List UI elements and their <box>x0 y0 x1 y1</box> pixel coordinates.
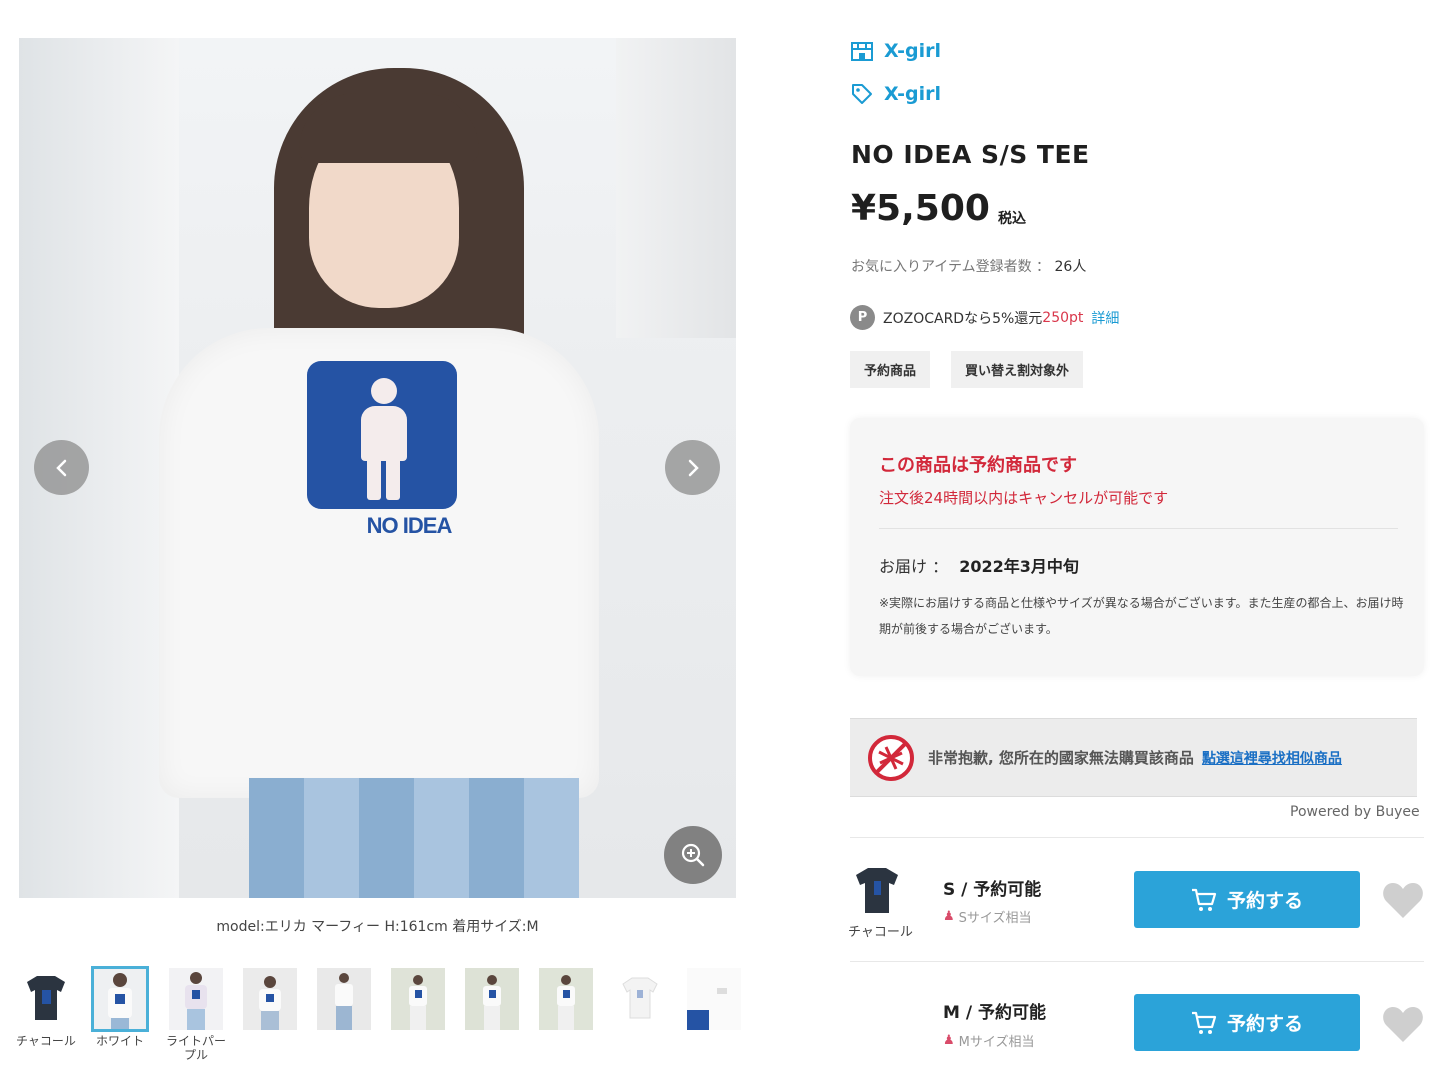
size-m-hint: ♟ Mサイズ相当 <box>943 1031 1034 1050</box>
thumbnail-label: ライトパープル <box>165 1034 226 1062</box>
thumbnail-image <box>539 968 593 1030</box>
favorites-label: お気に入りアイテム登録者数 ： <box>851 259 1051 275</box>
thumbnail[interactable] <box>613 968 667 1034</box>
tee-print-figure <box>359 378 407 500</box>
tag-icon <box>852 84 872 104</box>
cart-icon <box>1191 1011 1217 1034</box>
cart-icon <box>1191 888 1217 911</box>
thumbnail-image <box>687 968 741 1030</box>
size-s-label: S / 予約可能 <box>943 880 1042 900</box>
chevron-right-icon <box>688 459 699 476</box>
thumbnail-label: ホワイト <box>95 1034 144 1048</box>
favorites-number: 26人 <box>1054 259 1087 275</box>
shop-link[interactable]: X-girl <box>850 40 941 62</box>
reservation-notice: この商品は予約商品です 注文後24時間以内はキャンセルが可能です お届け ： 2… <box>850 418 1424 676</box>
favorite-heart-icon[interactable] <box>1382 880 1424 920</box>
divider <box>850 837 1424 838</box>
thumbnail[interactable]: ホワイト <box>91 966 149 1048</box>
brand-name: X-girl <box>884 83 941 105</box>
size-m-hint-text: Mサイズ相当 <box>958 1035 1035 1050</box>
reserve-button-label: 予約する <box>1226 1013 1303 1035</box>
thumbnail-image <box>465 968 519 1030</box>
points-text: ZOZOCARDなら5%還元 <box>883 310 1043 327</box>
gallery-next-button[interactable] <box>665 440 720 495</box>
variant-color-label: チャコール <box>848 925 913 940</box>
points-icon: P <box>850 305 875 330</box>
product-main-image[interactable]: NO IDEA <box>19 38 736 898</box>
delivery-date: 2022年3月中旬 <box>959 557 1079 576</box>
thumbnail[interactable] <box>243 968 297 1034</box>
delivery-label: お届け ： <box>879 557 949 576</box>
shop-icon <box>851 42 873 61</box>
model-jeans <box>249 778 579 898</box>
thumbnail[interactable] <box>465 968 519 1034</box>
product-title: NO IDEA S/S TEE <box>851 140 1090 169</box>
zoom-in-icon <box>681 843 705 867</box>
thumbnail[interactable] <box>391 968 445 1034</box>
powered-by-buyee: Powered by Buyee <box>1290 804 1420 820</box>
size-m-label: M / 予約可能 <box>943 1003 1046 1023</box>
buyee-similar-link[interactable]: 點選這裡尋找相似商品 <box>1202 748 1342 768</box>
thumbnail-label: チャコール <box>16 1034 76 1048</box>
favorite-heart-icon[interactable] <box>1382 1004 1424 1044</box>
person-icon: ♟ <box>943 909 955 924</box>
chevron-left-icon <box>55 459 66 476</box>
thumbnail[interactable] <box>539 968 593 1034</box>
reservation-subtitle: 注文後24時間以内はキャンセルが可能です <box>879 489 1169 507</box>
thumbnail[interactable] <box>317 968 371 1034</box>
reserve-button-s[interactable]: 予約する <box>1134 871 1360 928</box>
tax-label: 税込 <box>998 211 1026 227</box>
size-s-hint: ♟ Sサイズ相当 <box>943 907 1032 926</box>
points-detail-link[interactable]: 詳細 <box>1091 308 1119 328</box>
variant-color-thumbnail <box>850 865 904 915</box>
thumbnail-image <box>169 968 223 1030</box>
buyee-banner: 非常抱歉, 您所在的國家無法購買該商品 點選這裡尋找相似商品 <box>850 718 1417 797</box>
size-s-hint-text: Sサイズ相当 <box>958 911 1032 926</box>
delivery-info: お届け ： 2022年3月中旬 <box>879 553 1079 577</box>
thumbnail-image <box>317 968 371 1030</box>
thumbnail[interactable]: チャコール <box>16 968 76 1048</box>
reservation-title: この商品は予約商品です <box>879 455 1077 476</box>
tag-preorder: 予約商品 <box>850 351 931 388</box>
points-amount: 250pt <box>1042 309 1084 326</box>
person-icon: ♟ <box>943 1033 955 1048</box>
tag-tradein-excluded: 買い替え割対象外 <box>951 351 1084 388</box>
delivery-note: ※実際にお届けする商品と仕様やサイズが異なる場合がございます。また生産の都合上、… <box>879 596 1404 636</box>
thumbnail[interactable]: ライトパープル <box>166 968 226 1062</box>
model-info-caption: model:エリカ マーフィー H:161cm 着用サイズ:M <box>216 919 539 935</box>
thumbnail[interactable] <box>687 968 741 1034</box>
background-blur <box>616 38 736 338</box>
prohibited-icon <box>868 734 914 781</box>
thumbnail-image <box>613 968 667 1030</box>
thumbnail-image <box>243 968 297 1030</box>
model-bangs <box>299 93 479 163</box>
reserve-button-m[interactable]: 予約する <box>1134 994 1360 1051</box>
shop-name: X-girl <box>884 40 941 62</box>
divider <box>850 961 1424 962</box>
thumbnail-image <box>19 968 73 1030</box>
gallery-prev-button[interactable] <box>34 440 89 495</box>
favorites-count: お気に入りアイテム登録者数 ： 26人 <box>851 256 1086 276</box>
points-row: P ZOZOCARDなら5%還元 250pt 詳細 <box>850 305 1119 330</box>
divider <box>879 528 1398 529</box>
reserve-button-label: 予約する <box>1226 890 1303 912</box>
thumbnail-strip: チャコール ホワイト ライトパープル <box>16 966 749 1078</box>
tee-print-text: NO IDEA <box>366 513 453 538</box>
product-price: ¥5,500 <box>851 188 990 229</box>
buyee-message: 非常抱歉, 您所在的國家無法購買該商品 <box>928 749 1194 767</box>
zoom-button[interactable] <box>664 826 722 884</box>
thumbnail-image <box>91 966 149 1032</box>
thumbnail-image <box>391 968 445 1030</box>
brand-link[interactable]: X-girl <box>850 82 941 106</box>
